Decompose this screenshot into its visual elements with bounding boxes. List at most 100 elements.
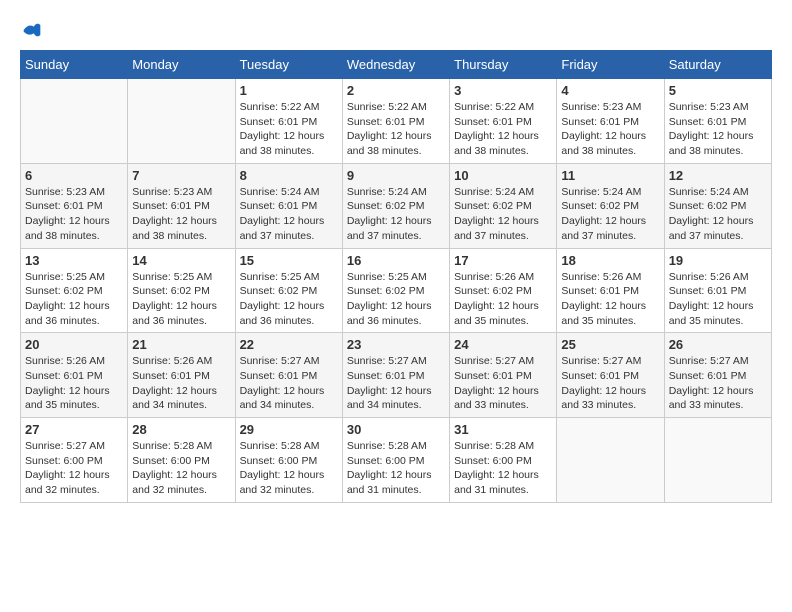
calendar-cell: 14Sunrise: 5:25 AMSunset: 6:02 PMDayligh…: [128, 248, 235, 333]
weekday-header-saturday: Saturday: [664, 51, 771, 79]
day-number: 25: [561, 337, 659, 352]
calendar-cell: [21, 79, 128, 164]
day-number: 4: [561, 83, 659, 98]
day-number: 15: [240, 253, 338, 268]
calendar-cell: 4 Sunrise: 5:23 AMSunset: 6:01 PMDaylight…: [557, 79, 664, 164]
calendar-cell: 6 Sunrise: 5:23 AMSunset: 6:01 PMDaylight…: [21, 163, 128, 248]
calendar-cell: [664, 418, 771, 503]
day-info: Sunrise: 5:25 AMSunset: 6:02 PMDaylight:…: [240, 270, 338, 329]
day-info: Sunrise: 5:27 AMSunset: 6:01 PMDaylight:…: [240, 354, 338, 413]
calendar-cell: 3Sunrise: 5:22 AMSunset: 6:01 PMDaylight…: [450, 79, 557, 164]
page-header: [20, 20, 772, 40]
day-info: Sunrise: 5:24 AMSunset: 6:01 PMDaylight:…: [240, 185, 338, 244]
day-number: 14: [132, 253, 230, 268]
day-number: 12: [669, 168, 767, 183]
calendar-cell: 28 Sunrise: 5:28 AMSunset: 6:00 PMDayligh…: [128, 418, 235, 503]
calendar-cell: 30 Sunrise: 5:28 AMSunset: 6:00 PMDayligh…: [342, 418, 449, 503]
day-number: 16: [347, 253, 445, 268]
day-number: 6: [25, 168, 123, 183]
calendar-cell: 22Sunrise: 5:27 AMSunset: 6:01 PMDayligh…: [235, 333, 342, 418]
day-number: 10: [454, 168, 552, 183]
day-info: Sunrise: 5:23 AMSunset: 6:01 PMDaylight:…: [25, 185, 123, 244]
day-number: 8: [240, 168, 338, 183]
calendar-cell: 25 Sunrise: 5:27 AMSunset: 6:01 PMDayligh…: [557, 333, 664, 418]
day-info: Sunrise: 5:23 AMSunset: 6:01 PMDaylight:…: [132, 185, 230, 244]
day-info: Sunrise: 5:26 AMSunset: 6:01 PMDaylight:…: [561, 270, 659, 329]
day-number: 27: [25, 422, 123, 437]
calendar-cell: 10 Sunrise: 5:24 AMSunset: 6:02 PMDayligh…: [450, 163, 557, 248]
day-info: Sunrise: 5:27 AMSunset: 6:01 PMDaylight:…: [561, 354, 659, 413]
weekday-header-wednesday: Wednesday: [342, 51, 449, 79]
day-info: Sunrise: 5:23 AMSunset: 6:01 PMDaylight:…: [669, 100, 767, 159]
day-info: Sunrise: 5:28 AMSunset: 6:00 PMDaylight:…: [347, 439, 445, 498]
calendar-cell: 19 Sunrise: 5:26 AMSunset: 6:01 PMDayligh…: [664, 248, 771, 333]
day-info: Sunrise: 5:25 AMSunset: 6:02 PMDaylight:…: [25, 270, 123, 329]
calendar-cell: 26Sunrise: 5:27 AMSunset: 6:01 PMDayligh…: [664, 333, 771, 418]
day-number: 29: [240, 422, 338, 437]
day-number: 7: [132, 168, 230, 183]
day-info: Sunrise: 5:27 AMSunset: 6:01 PMDaylight:…: [454, 354, 552, 413]
day-number: 17: [454, 253, 552, 268]
calendar-cell: 29Sunrise: 5:28 AMSunset: 6:00 PMDayligh…: [235, 418, 342, 503]
calendar-cell: 15 Sunrise: 5:25 AMSunset: 6:02 PMDayligh…: [235, 248, 342, 333]
day-info: Sunrise: 5:26 AMSunset: 6:01 PMDaylight:…: [669, 270, 767, 329]
week-row-3: 13 Sunrise: 5:25 AMSunset: 6:02 PMDayligh…: [21, 248, 772, 333]
day-info: Sunrise: 5:28 AMSunset: 6:00 PMDaylight:…: [132, 439, 230, 498]
day-number: 11: [561, 168, 659, 183]
calendar-cell: [557, 418, 664, 503]
weekday-header-row: SundayMondayTuesdayWednesdayThursdayFrid…: [21, 51, 772, 79]
day-info: Sunrise: 5:22 AMSunset: 6:01 PMDaylight:…: [454, 100, 552, 159]
day-number: 28: [132, 422, 230, 437]
day-info: Sunrise: 5:24 AMSunset: 6:02 PMDaylight:…: [347, 185, 445, 244]
day-info: Sunrise: 5:24 AMSunset: 6:02 PMDaylight:…: [669, 185, 767, 244]
calendar-cell: 7 Sunrise: 5:23 AMSunset: 6:01 PMDaylight…: [128, 163, 235, 248]
calendar-cell: 31Sunrise: 5:28 AMSunset: 6:00 PMDayligh…: [450, 418, 557, 503]
day-number: 1: [240, 83, 338, 98]
calendar-cell: 13 Sunrise: 5:25 AMSunset: 6:02 PMDayligh…: [21, 248, 128, 333]
logo-icon: [22, 20, 42, 40]
day-info: Sunrise: 5:27 AMSunset: 6:01 PMDaylight:…: [347, 354, 445, 413]
calendar-cell: 27 Sunrise: 5:27 AMSunset: 6:00 PMDayligh…: [21, 418, 128, 503]
day-number: 18: [561, 253, 659, 268]
day-number: 23: [347, 337, 445, 352]
weekday-header-tuesday: Tuesday: [235, 51, 342, 79]
day-number: 20: [25, 337, 123, 352]
day-number: 2: [347, 83, 445, 98]
calendar-cell: 8 Sunrise: 5:24 AMSunset: 6:01 PMDaylight…: [235, 163, 342, 248]
day-number: 5: [669, 83, 767, 98]
day-info: Sunrise: 5:24 AMSunset: 6:02 PMDaylight:…: [561, 185, 659, 244]
week-row-5: 27 Sunrise: 5:27 AMSunset: 6:00 PMDayligh…: [21, 418, 772, 503]
week-row-1: 1 Sunrise: 5:22 AMSunset: 6:01 PMDaylight…: [21, 79, 772, 164]
day-info: Sunrise: 5:25 AMSunset: 6:02 PMDaylight:…: [347, 270, 445, 329]
day-number: 31: [454, 422, 552, 437]
calendar-cell: 17 Sunrise: 5:26 AMSunset: 6:02 PMDayligh…: [450, 248, 557, 333]
day-number: 13: [25, 253, 123, 268]
calendar-cell: [128, 79, 235, 164]
calendar-cell: 16 Sunrise: 5:25 AMSunset: 6:02 PMDayligh…: [342, 248, 449, 333]
calendar-cell: 18 Sunrise: 5:26 AMSunset: 6:01 PMDayligh…: [557, 248, 664, 333]
weekday-header-thursday: Thursday: [450, 51, 557, 79]
day-info: Sunrise: 5:26 AMSunset: 6:01 PMDaylight:…: [132, 354, 230, 413]
calendar-cell: 12 Sunrise: 5:24 AMSunset: 6:02 PMDayligh…: [664, 163, 771, 248]
day-info: Sunrise: 5:26 AMSunset: 6:02 PMDaylight:…: [454, 270, 552, 329]
day-number: 30: [347, 422, 445, 437]
week-row-2: 6 Sunrise: 5:23 AMSunset: 6:01 PMDaylight…: [21, 163, 772, 248]
day-number: 19: [669, 253, 767, 268]
weekday-header-monday: Monday: [128, 51, 235, 79]
day-info: Sunrise: 5:22 AMSunset: 6:01 PMDaylight:…: [240, 100, 338, 159]
day-info: Sunrise: 5:27 AMSunset: 6:01 PMDaylight:…: [669, 354, 767, 413]
logo: [20, 20, 42, 40]
day-info: Sunrise: 5:26 AMSunset: 6:01 PMDaylight:…: [25, 354, 123, 413]
calendar-cell: 21Sunrise: 5:26 AMSunset: 6:01 PMDayligh…: [128, 333, 235, 418]
day-info: Sunrise: 5:24 AMSunset: 6:02 PMDaylight:…: [454, 185, 552, 244]
calendar-cell: 2 Sunrise: 5:22 AMSunset: 6:01 PMDaylight…: [342, 79, 449, 164]
day-number: 9: [347, 168, 445, 183]
calendar-cell: 23 Sunrise: 5:27 AMSunset: 6:01 PMDayligh…: [342, 333, 449, 418]
calendar-cell: 9 Sunrise: 5:24 AMSunset: 6:02 PMDaylight…: [342, 163, 449, 248]
day-info: Sunrise: 5:22 AMSunset: 6:01 PMDaylight:…: [347, 100, 445, 159]
weekday-header-friday: Friday: [557, 51, 664, 79]
calendar-cell: 1 Sunrise: 5:22 AMSunset: 6:01 PMDaylight…: [235, 79, 342, 164]
day-info: Sunrise: 5:23 AMSunset: 6:01 PMDaylight:…: [561, 100, 659, 159]
calendar-table: SundayMondayTuesdayWednesdayThursdayFrid…: [20, 50, 772, 503]
day-info: Sunrise: 5:27 AMSunset: 6:00 PMDaylight:…: [25, 439, 123, 498]
